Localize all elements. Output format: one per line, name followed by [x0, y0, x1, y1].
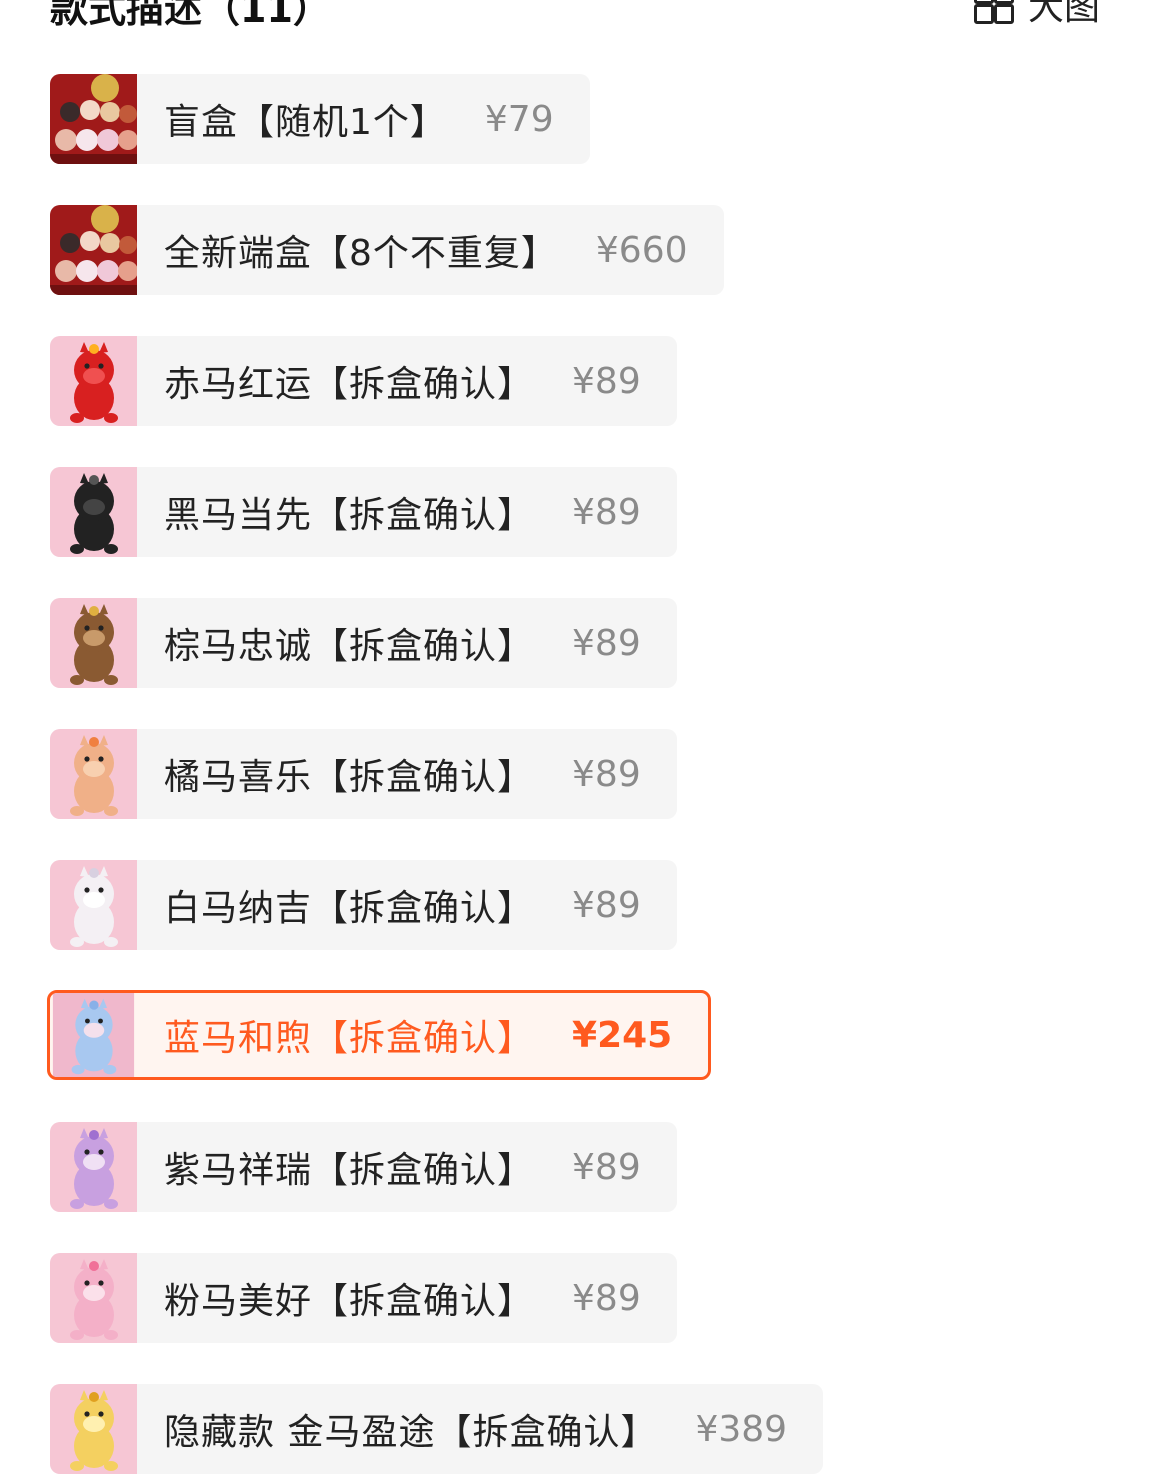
option-thumbnail	[50, 1122, 137, 1212]
option-thumbnail	[50, 336, 137, 426]
option-label: 盲盒【随机1个】	[164, 102, 447, 143]
option-thumbnail	[50, 205, 137, 295]
option-price: ¥660	[595, 229, 688, 271]
option-thumbnail	[50, 860, 137, 950]
option-thumbnail	[50, 729, 137, 819]
option-thumbnail	[50, 1384, 137, 1474]
option-price: ¥89	[572, 1277, 641, 1319]
option-label: 赤马红运【拆盒确认】	[164, 364, 535, 405]
style-option-purple-horse[interactable]: 紫马祥瑞【拆盒确认】 ¥89	[50, 1122, 677, 1212]
style-option-gold-horse[interactable]: 隐藏款 金马盈途【拆盒确认】 ¥389	[50, 1384, 824, 1474]
option-label: 橘马喜乐【拆盒确认】	[164, 757, 535, 798]
view-toggle-label: 大图	[1027, 0, 1100, 28]
style-option-blue-horse[interactable]: 蓝马和煦【拆盒确认】 ¥245	[47, 990, 712, 1080]
option-price: ¥89	[572, 491, 641, 533]
style-option-black-horse[interactable]: 黑马当先【拆盒确认】 ¥89	[50, 467, 677, 557]
option-label: 白马纳吉【拆盒确认】	[164, 888, 535, 929]
style-option-orange-horse[interactable]: 橘马喜乐【拆盒确认】 ¥89	[50, 729, 677, 819]
option-label: 黑马当先【拆盒确认】	[164, 495, 535, 536]
option-thumbnail	[50, 74, 137, 164]
option-price: ¥245	[572, 1014, 673, 1056]
style-option-white-horse[interactable]: 白马纳吉【拆盒确认】 ¥89	[50, 860, 677, 950]
option-thumbnail	[50, 598, 137, 688]
option-label: 全新端盒【8个不重复】	[164, 233, 558, 274]
option-label: 紫马祥瑞【拆盒确认】	[164, 1150, 535, 1191]
grid-icon	[973, 0, 1014, 24]
option-price: ¥89	[572, 622, 641, 664]
option-price: ¥89	[572, 1146, 641, 1188]
option-price: ¥89	[572, 884, 641, 926]
large-image-toggle[interactable]: 大图	[973, 0, 1100, 30]
section-title: 款式描述（11）	[50, 0, 331, 31]
option-price: ¥79	[484, 98, 554, 140]
style-option-full-set-group[interactable]: 全新端盒【8个不重复】 ¥660	[50, 205, 724, 295]
option-label: 棕马忠诚【拆盒确认】	[164, 626, 535, 667]
option-label: 隐藏款 金马盈途【拆盒确认】	[164, 1412, 658, 1453]
style-section-header: 款式描述（11） 大图	[50, 0, 1120, 31]
style-option-red-horse[interactable]: 赤马红运【拆盒确认】 ¥89	[50, 336, 677, 426]
option-thumbnail	[50, 1253, 137, 1343]
style-option-brown-horse[interactable]: 棕马忠诚【拆盒确认】 ¥89	[50, 598, 677, 688]
option-thumbnail	[50, 993, 137, 1077]
option-price: ¥89	[572, 360, 641, 402]
option-price: ¥389	[695, 1408, 788, 1450]
style-option-blind-box-group[interactable]: 盲盒【随机1个】 ¥79	[50, 74, 590, 164]
option-thumbnail	[50, 467, 137, 557]
option-label: 蓝马和煦【拆盒确认】	[164, 1018, 535, 1059]
style-option-pink-horse[interactable]: 粉马美好【拆盒确认】 ¥89	[50, 1253, 677, 1343]
option-price: ¥89	[572, 753, 641, 795]
option-label: 粉马美好【拆盒确认】	[164, 1281, 535, 1322]
